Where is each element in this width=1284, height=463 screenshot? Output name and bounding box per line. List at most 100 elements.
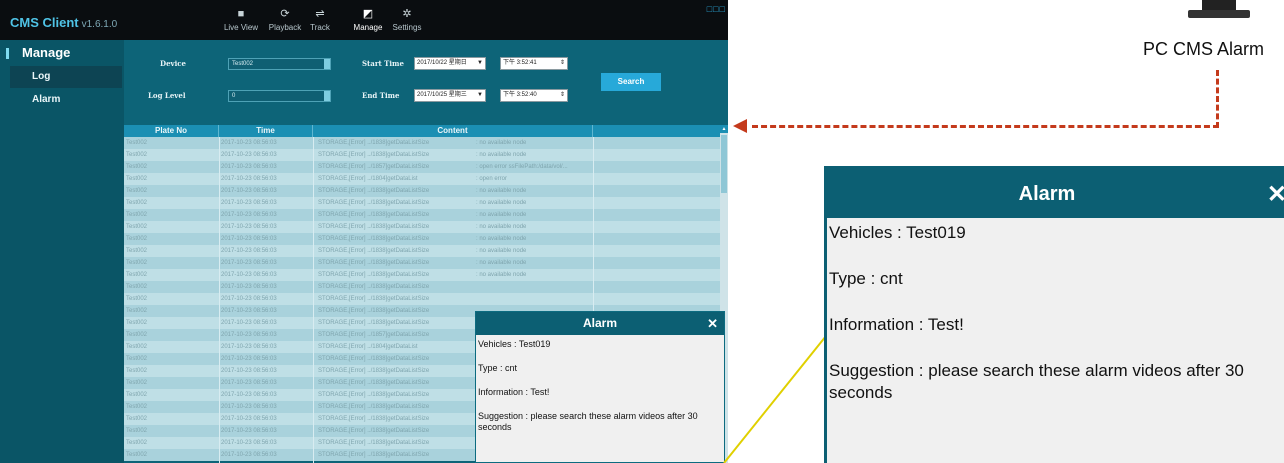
cell-content-source: STORAGE,[Error] ../1838]getDataListSize — [318, 260, 430, 266]
cell-content-source: STORAGE,[Error] ../1838]getDataListSize — [318, 392, 430, 398]
cell-content-message: : no available node — [476, 212, 527, 218]
table-row[interactable]: Test002 2017-10-23 08:56:03 STORAGE,[Error… — [124, 233, 720, 245]
table-row[interactable]: Test002 2017-10-23 08:56:03 STORAGE,[Error… — [124, 257, 720, 269]
alarm-popup-body: Vehicles : Test019 Type : cnt Informatio… — [476, 335, 724, 462]
close-icon[interactable]: ✕ — [1267, 166, 1284, 224]
cell-plate-no: Test002 — [126, 152, 148, 158]
column-header-plate-no[interactable]: Plate No — [124, 125, 219, 137]
cell-plate-no: Test002 — [126, 356, 148, 362]
log-level-select[interactable]: 0 — [228, 90, 331, 102]
scroll-thumb[interactable] — [721, 135, 727, 193]
cell-plate-no: Test002 — [126, 380, 148, 386]
nav-settings-label: Settings — [392, 23, 422, 32]
table-row[interactable]: Test002 2017-10-23 08:56:03 STORAGE,[Error… — [124, 221, 720, 233]
nav-live-view-label: Live View — [223, 23, 259, 32]
nav-playback[interactable]: ⟳ Playback — [265, 6, 305, 38]
nav-live-view[interactable]: ■ Live View — [221, 6, 261, 38]
table-row[interactable]: Test002 2017-10-23 08:56:03 STORAGE,[Error… — [124, 209, 720, 221]
table-row[interactable]: Test002 2017-10-23 08:56:03 STORAGE,[Error… — [124, 161, 720, 173]
app-logo: CMS Client v1.6.1.0 — [10, 15, 117, 30]
alarm-type: Type : cnt — [478, 363, 518, 373]
alarm-suggestion: Suggestion : please search these alarm v… — [478, 411, 698, 432]
chevron-down-icon[interactable]: ▼ — [477, 58, 483, 69]
cell-content-source: STORAGE,[Error] ../1838]getDataListSize — [318, 380, 430, 386]
log-level-spinner[interactable] — [324, 91, 330, 101]
table-row[interactable]: Test002 2017-10-23 08:56:03 STORAGE,[Error… — [124, 173, 720, 185]
cell-content-message: : no available node — [476, 272, 527, 278]
device-spinner[interactable] — [324, 59, 330, 69]
cell-plate-no: Test002 — [126, 188, 148, 194]
start-time-picker[interactable]: 下午 3:52:41 ⇕ — [500, 57, 568, 70]
pc-monitor-icon — [1188, 0, 1250, 18]
cell-time: 2017-10-23 08:56:03 — [221, 344, 277, 350]
alarm-information: Information : Test! — [478, 387, 550, 397]
spinner-icon[interactable]: ⇕ — [560, 90, 565, 101]
close-icon[interactable]: ✕ — [707, 312, 718, 335]
cell-time: 2017-10-23 08:56:03 — [221, 308, 277, 314]
cell-content-source: STORAGE,[Error] ../1838]getDataListSize — [318, 440, 430, 446]
sidebar-marker — [6, 48, 9, 59]
device-value: Test002 — [232, 61, 254, 67]
sidebar-item-alarm[interactable]: Alarm — [10, 89, 122, 111]
nav-settings[interactable]: ✲ Settings — [387, 6, 427, 38]
table-row[interactable]: Test002 2017-10-23 08:56:03 STORAGE,[Error… — [124, 185, 720, 197]
cell-plate-no: Test002 — [126, 236, 148, 242]
column-header-time[interactable]: Time — [219, 125, 313, 137]
cell-plate-no: Test002 — [126, 308, 148, 314]
cell-content-message: : no available node — [476, 188, 527, 194]
table-row[interactable]: Test002 2017-10-23 08:56:03 STORAGE,[Error… — [124, 149, 720, 161]
cell-plate-no: Test002 — [126, 344, 148, 350]
window-controls[interactable]: □□□ — [707, 4, 726, 14]
start-time-value: 下午 3:52:41 — [503, 60, 537, 66]
end-time-value: 下午 3:52:40 — [503, 92, 537, 98]
spinner-icon[interactable]: ⇕ — [560, 58, 565, 69]
cell-content-source: STORAGE,[Error] ../1838]getDataListSize — [318, 356, 430, 362]
table-row[interactable]: Test002 2017-10-23 08:56:03 STORAGE,[Error… — [124, 293, 720, 305]
device-select[interactable]: Test002 — [228, 58, 331, 70]
cell-content-source: STORAGE,[Error] ../1804]getDataList — [318, 344, 418, 350]
alarm-enlarged-type: Type : cnt — [829, 269, 903, 288]
alarm-popup-enlarged-title: Alarm — [1018, 183, 1076, 205]
cell-plate-no: Test002 — [126, 296, 148, 302]
sidebar-title: Manage — [22, 45, 71, 60]
table-row[interactable]: Test002 2017-10-23 08:56:03 STORAGE,[Error… — [124, 197, 720, 209]
cell-content-source: STORAGE,[Error] ../1838]getDataListSize — [318, 368, 430, 374]
cell-content-source: STORAGE,[Error] ../1838]getDataListSize — [318, 140, 430, 146]
start-date-picker[interactable]: 2017/10/22 星期日 ▼ — [414, 57, 486, 70]
cell-time: 2017-10-23 08:56:03 — [221, 272, 277, 278]
nav-track[interactable]: ⇌ Track — [300, 6, 340, 38]
sidebar-item-log[interactable]: Log — [10, 66, 122, 88]
cell-content-source: STORAGE,[Error] ../1838]getDataListSize — [318, 272, 430, 278]
alarm-popup-header: Alarm ✕ — [476, 312, 724, 335]
alarm-popup-title: Alarm — [582, 316, 617, 330]
table-row[interactable]: Test002 2017-10-23 08:56:03 STORAGE,[Error… — [124, 281, 720, 293]
column-divider — [219, 137, 220, 463]
alarm-enlarged-information: Information : Test! — [829, 315, 964, 334]
start-date-value: 2017/10/22 星期日 — [417, 60, 467, 66]
cell-content-source: STORAGE,[Error] ../1838]getDataListSize — [318, 224, 430, 230]
device-label: Device — [160, 59, 186, 68]
cell-content-message: : no available node — [476, 200, 527, 206]
cell-content-message: : open error — [476, 176, 508, 182]
end-time-picker[interactable]: 下午 3:52:40 ⇕ — [500, 89, 568, 102]
cell-content-source: STORAGE,[Error] ../1838]getDataListSize — [318, 416, 430, 422]
table-row[interactable]: Test002 2017-10-23 08:56:03 STORAGE,[Error… — [124, 137, 720, 149]
scroll-up-icon[interactable]: ▲ — [720, 125, 728, 133]
column-header-content[interactable]: Content — [313, 125, 593, 137]
table-row[interactable]: Test002 2017-10-23 08:56:03 STORAGE,[Error… — [124, 269, 720, 281]
end-date-value: 2017/10/25 星期三 — [417, 92, 467, 98]
cell-plate-no: Test002 — [126, 452, 148, 458]
cell-time: 2017-10-23 08:56:03 — [221, 164, 277, 170]
chevron-down-icon[interactable]: ▼ — [477, 90, 483, 101]
search-button[interactable]: Search — [601, 73, 661, 91]
cell-plate-no: Test002 — [126, 200, 148, 206]
cell-plate-no: Test002 — [126, 272, 148, 278]
table-row[interactable]: Test002 2017-10-23 08:56:03 STORAGE,[Error… — [124, 245, 720, 257]
cell-content-source: STORAGE,[Error] ../1838]getDataListSize — [318, 188, 430, 194]
cell-content-message: : no available node — [476, 236, 527, 242]
cell-plate-no: Test002 — [126, 140, 148, 146]
nav-manage[interactable]: ◩ Manage — [348, 6, 388, 38]
end-date-picker[interactable]: 2017/10/25 星期三 ▼ — [414, 89, 486, 102]
cell-plate-no: Test002 — [126, 368, 148, 374]
cell-time: 2017-10-23 08:56:03 — [221, 212, 277, 218]
